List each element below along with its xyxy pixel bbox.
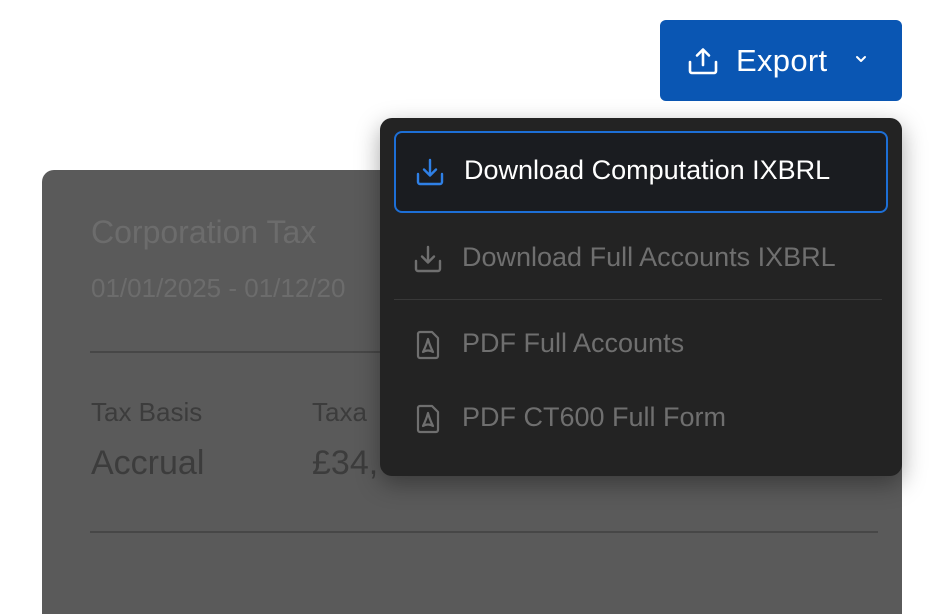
export-label: Export — [736, 43, 828, 78]
card-period: 01/01/2025 - 01/12/20 — [91, 273, 346, 303]
taxable-value: £34, — [312, 444, 379, 482]
tax-basis-label: Tax Basis — [91, 397, 203, 427]
export-button[interactable]: Export — [660, 20, 902, 101]
pdf-icon — [416, 404, 440, 434]
card-title: Corporation Tax — [91, 214, 317, 250]
taxable-label: Taxa — [312, 397, 367, 427]
download-icon — [414, 245, 442, 273]
screen: Corporation Tax 01/01/2025 - 01/12/20 Ta… — [0, 0, 942, 614]
divider — [90, 531, 878, 533]
download-icon — [416, 158, 444, 186]
menu-item-download-full-accounts-ixbrl[interactable]: Download Full Accounts IXBRL — [394, 218, 888, 300]
menu-item-pdf-full-accounts[interactable]: PDF Full Accounts — [394, 312, 888, 376]
menu-divider — [394, 299, 882, 300]
menu-item-label: Download Full Accounts IXBRL — [462, 242, 836, 272]
menu-item-pdf-ct600-full-form[interactable]: PDF CT600 Full Form — [394, 386, 888, 450]
menu-item-label: PDF Full Accounts — [462, 328, 685, 358]
upload-icon — [688, 48, 718, 75]
menu-item-label: Download Computation IXBRL — [464, 155, 831, 185]
menu-item-label: PDF CT600 Full Form — [462, 402, 727, 432]
divider — [90, 351, 390, 353]
pdf-icon — [416, 330, 440, 360]
tax-basis-value: Accrual — [91, 444, 205, 482]
export-dropdown-menu: Download Computation IXBRL Download Full… — [380, 118, 902, 476]
menu-item-download-computation-ixbrl[interactable]: Download Computation IXBRL — [394, 131, 888, 213]
chevron-down-icon — [856, 56, 866, 62]
